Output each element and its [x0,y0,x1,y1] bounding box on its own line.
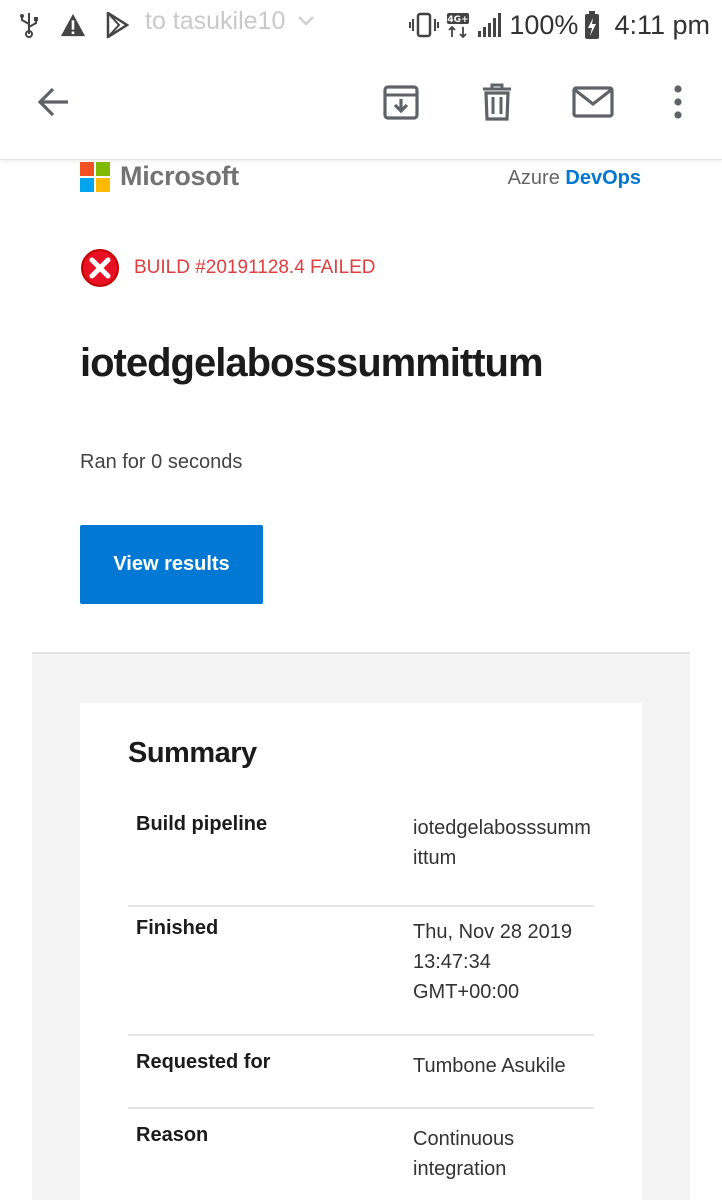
summary-value: Tumbone Asukile [413,1055,566,1077]
battery-percent: 100% [509,9,579,40]
summary-label: Build pipeline [136,813,268,835]
summary-card: Summary Build pipeline iotedgelabosssumm… [80,703,642,1200]
microsoft-logo-icon [80,161,110,192]
summary-section: Summary Build pipeline iotedgelabosssumm… [32,652,690,1200]
summary-row-reason: Reason Continuous integration [128,1124,594,1200]
summary-row-requested-for: Requested for Tumbone Asukile [128,1051,594,1109]
run-duration: Ran for 0 seconds [80,451,243,473]
ghost-recipient-text: to tasukile10 [145,7,286,35]
mark-unread-button[interactable] [569,78,617,126]
microsoft-wordmark: Microsoft [120,161,239,191]
back-button[interactable] [30,78,78,126]
summary-row-finished: Finished Thu, Nov 28 2019 13:47:34 GMT+0… [128,917,594,1036]
build-status-text: BUILD #20191128.4 FAILED [134,257,376,278]
summary-label: Finished [136,917,219,939]
clock: 4:11 pm [614,9,710,40]
more-options-button[interactable] [654,78,702,126]
view-results-button[interactable]: View results [80,525,263,604]
chevron-down-icon [296,10,316,35]
azure-devops-brand: Azure DevOps [508,167,641,190]
status-bar: to tasukile10 4G+ 100% 4:11 pm [0,0,722,50]
status-bar-left [16,8,148,42]
signal-icon [477,11,503,39]
mail-icon [572,86,614,118]
status-bar-right: 4G+ 100% 4:11 pm [409,6,710,44]
error-icon [81,249,119,287]
summary-label: Reason [136,1124,209,1146]
svg-text:4G+: 4G+ [448,15,469,25]
back-icon [37,87,68,117]
summary-value: Thu, Nov 28 2019 13:47:34 GMT+00:00 [413,921,572,1003]
microsoft-logo: Microsoft [80,161,239,192]
network-4g-icon: 4G+ [445,11,471,39]
warning-icon [60,12,86,38]
devops-label: DevOps [565,167,641,189]
pipeline-title: iotedgelabosssummittum [80,341,544,385]
battery-charging-icon [584,10,600,40]
summary-label: Requested for [136,1051,271,1073]
app-bar [0,50,722,160]
vibrate-icon [409,11,440,39]
archive-button[interactable] [377,78,425,126]
summary-value: Continuous integration [413,1128,515,1180]
archive-icon [383,85,419,120]
summary-value: iotedgelabosssummittum [413,817,591,869]
usb-icon [16,12,42,38]
delete-icon [483,83,511,121]
azure-label: Azure [507,167,560,189]
summary-row-build-pipeline: Build pipeline iotedgelabosssummittum [128,813,594,907]
build-status: BUILD #20191128.4 FAILED [80,248,376,288]
delete-button[interactable] [473,78,521,126]
play-store-icon [104,12,130,38]
more-vert-icon [674,85,682,119]
summary-heading: Summary [128,737,257,769]
